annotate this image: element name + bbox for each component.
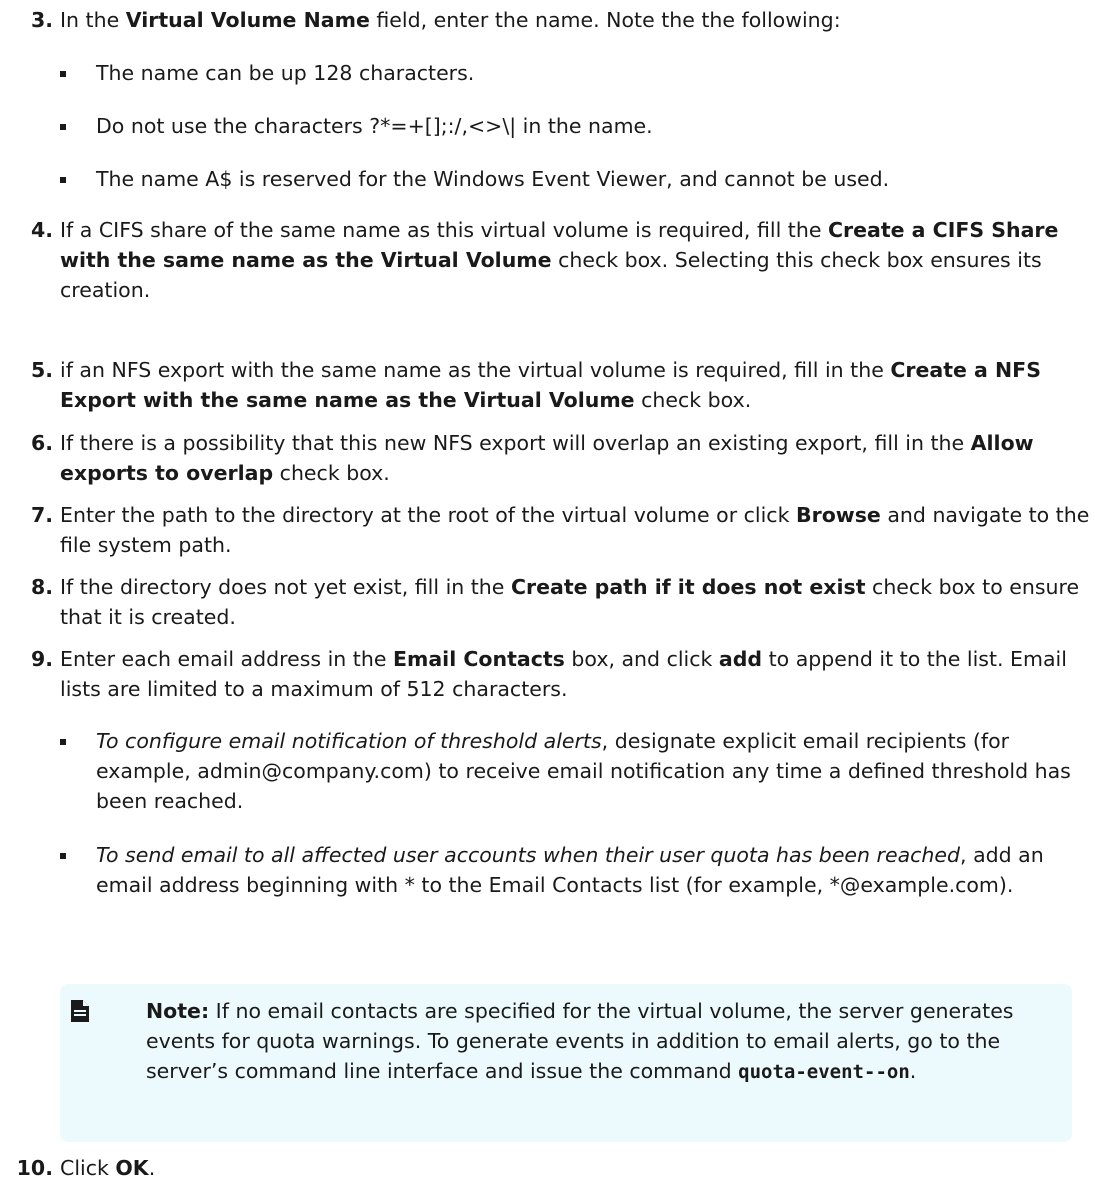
step-text: check box. (634, 388, 752, 412)
bullet-emphasis: To send email to all affected user accou… (96, 843, 961, 867)
bullet-emphasis: To configure email notification of thres… (96, 729, 602, 753)
ui-term: Virtual Volume Name (125, 8, 370, 32)
document-note-icon (71, 1000, 89, 1022)
step-text: If there is a possibility that this new … (60, 431, 971, 455)
step-4: 4. If a CIFS share of the same name as t… (31, 215, 1090, 305)
bullet-item: To configure email notification of thres… (60, 726, 1086, 816)
bullet-item: The name A$ is reserved for the Windows … (60, 164, 1086, 194)
bullet-text: Do not use the characters ?*=+[];:/,<>\|… (96, 114, 653, 138)
step-number: 8. (30, 575, 53, 599)
ui-term: OK (115, 1156, 149, 1180)
step-number: 9. (30, 647, 53, 671)
step-9: 9. Enter each email address in the Email… (31, 644, 1090, 704)
bullet-item: Do not use the characters ?*=+[];:/,<>\|… (60, 111, 1086, 141)
step-3: 3. In the Virtual Volume Name field, ent… (31, 5, 1090, 35)
ui-term: Create path if it does not exist (510, 575, 866, 599)
step-text: Enter the path to the directory at the r… (60, 503, 796, 527)
note-end: . (909, 1059, 917, 1083)
bullet-icon (60, 853, 66, 859)
step-text: Enter each email address in the (60, 647, 393, 671)
step-text: box, and click (564, 647, 719, 671)
bullet-text: The name can be up 128 characters. (96, 61, 475, 85)
step-text: If a CIFS share of the same name as this… (60, 218, 828, 242)
step-text: In the (60, 8, 126, 32)
step-number: 3. (30, 8, 53, 32)
ui-term: Browse (795, 503, 881, 527)
bullet-icon (60, 739, 66, 745)
step-text: . (148, 1156, 156, 1180)
note-label: Note: (146, 999, 210, 1023)
note-text: Note: If no email contacts are specified… (146, 996, 1046, 1087)
step-number: 5. (30, 358, 53, 382)
step-10: 10. Click OK. (17, 1153, 1090, 1183)
bullet-item: The name can be up 128 characters. (60, 58, 1086, 88)
bullet-icon (60, 177, 66, 183)
step-text: If the directory does not yet exist, fil… (60, 575, 511, 599)
step-text: field, enter the name. Note the the foll… (369, 8, 841, 32)
step-number: 6. (30, 431, 53, 455)
step-7: 7. Enter the path to the directory at th… (31, 500, 1090, 560)
bullet-item: To send email to all affected user accou… (60, 840, 1086, 900)
document-page: 3. In the Virtual Volume Name field, ent… (0, 0, 1095, 1188)
step-text: if an NFS export with the same name as t… (60, 358, 891, 382)
bullet-icon (60, 71, 66, 77)
ui-term: Email Contacts (392, 647, 565, 671)
note-callout: Note: If no email contacts are specified… (60, 984, 1072, 1142)
step-8: 8. If the directory does not yet exist, … (31, 572, 1090, 632)
bullet-icon (60, 124, 66, 130)
note-command: quota-event--on (738, 1061, 910, 1083)
step-6: 6. If there is a possibility that this n… (31, 428, 1090, 488)
step-number: 10. (16, 1156, 53, 1180)
step-text: Click (60, 1156, 116, 1180)
bullet-text: The name A$ is reserved for the Windows … (96, 167, 890, 191)
ui-term: add (718, 647, 763, 671)
step-number: 4. (30, 218, 53, 242)
step-number: 7. (30, 503, 53, 527)
step-5: 5. if an NFS export with the same name a… (31, 355, 1090, 415)
step-text: check box. (273, 461, 390, 485)
